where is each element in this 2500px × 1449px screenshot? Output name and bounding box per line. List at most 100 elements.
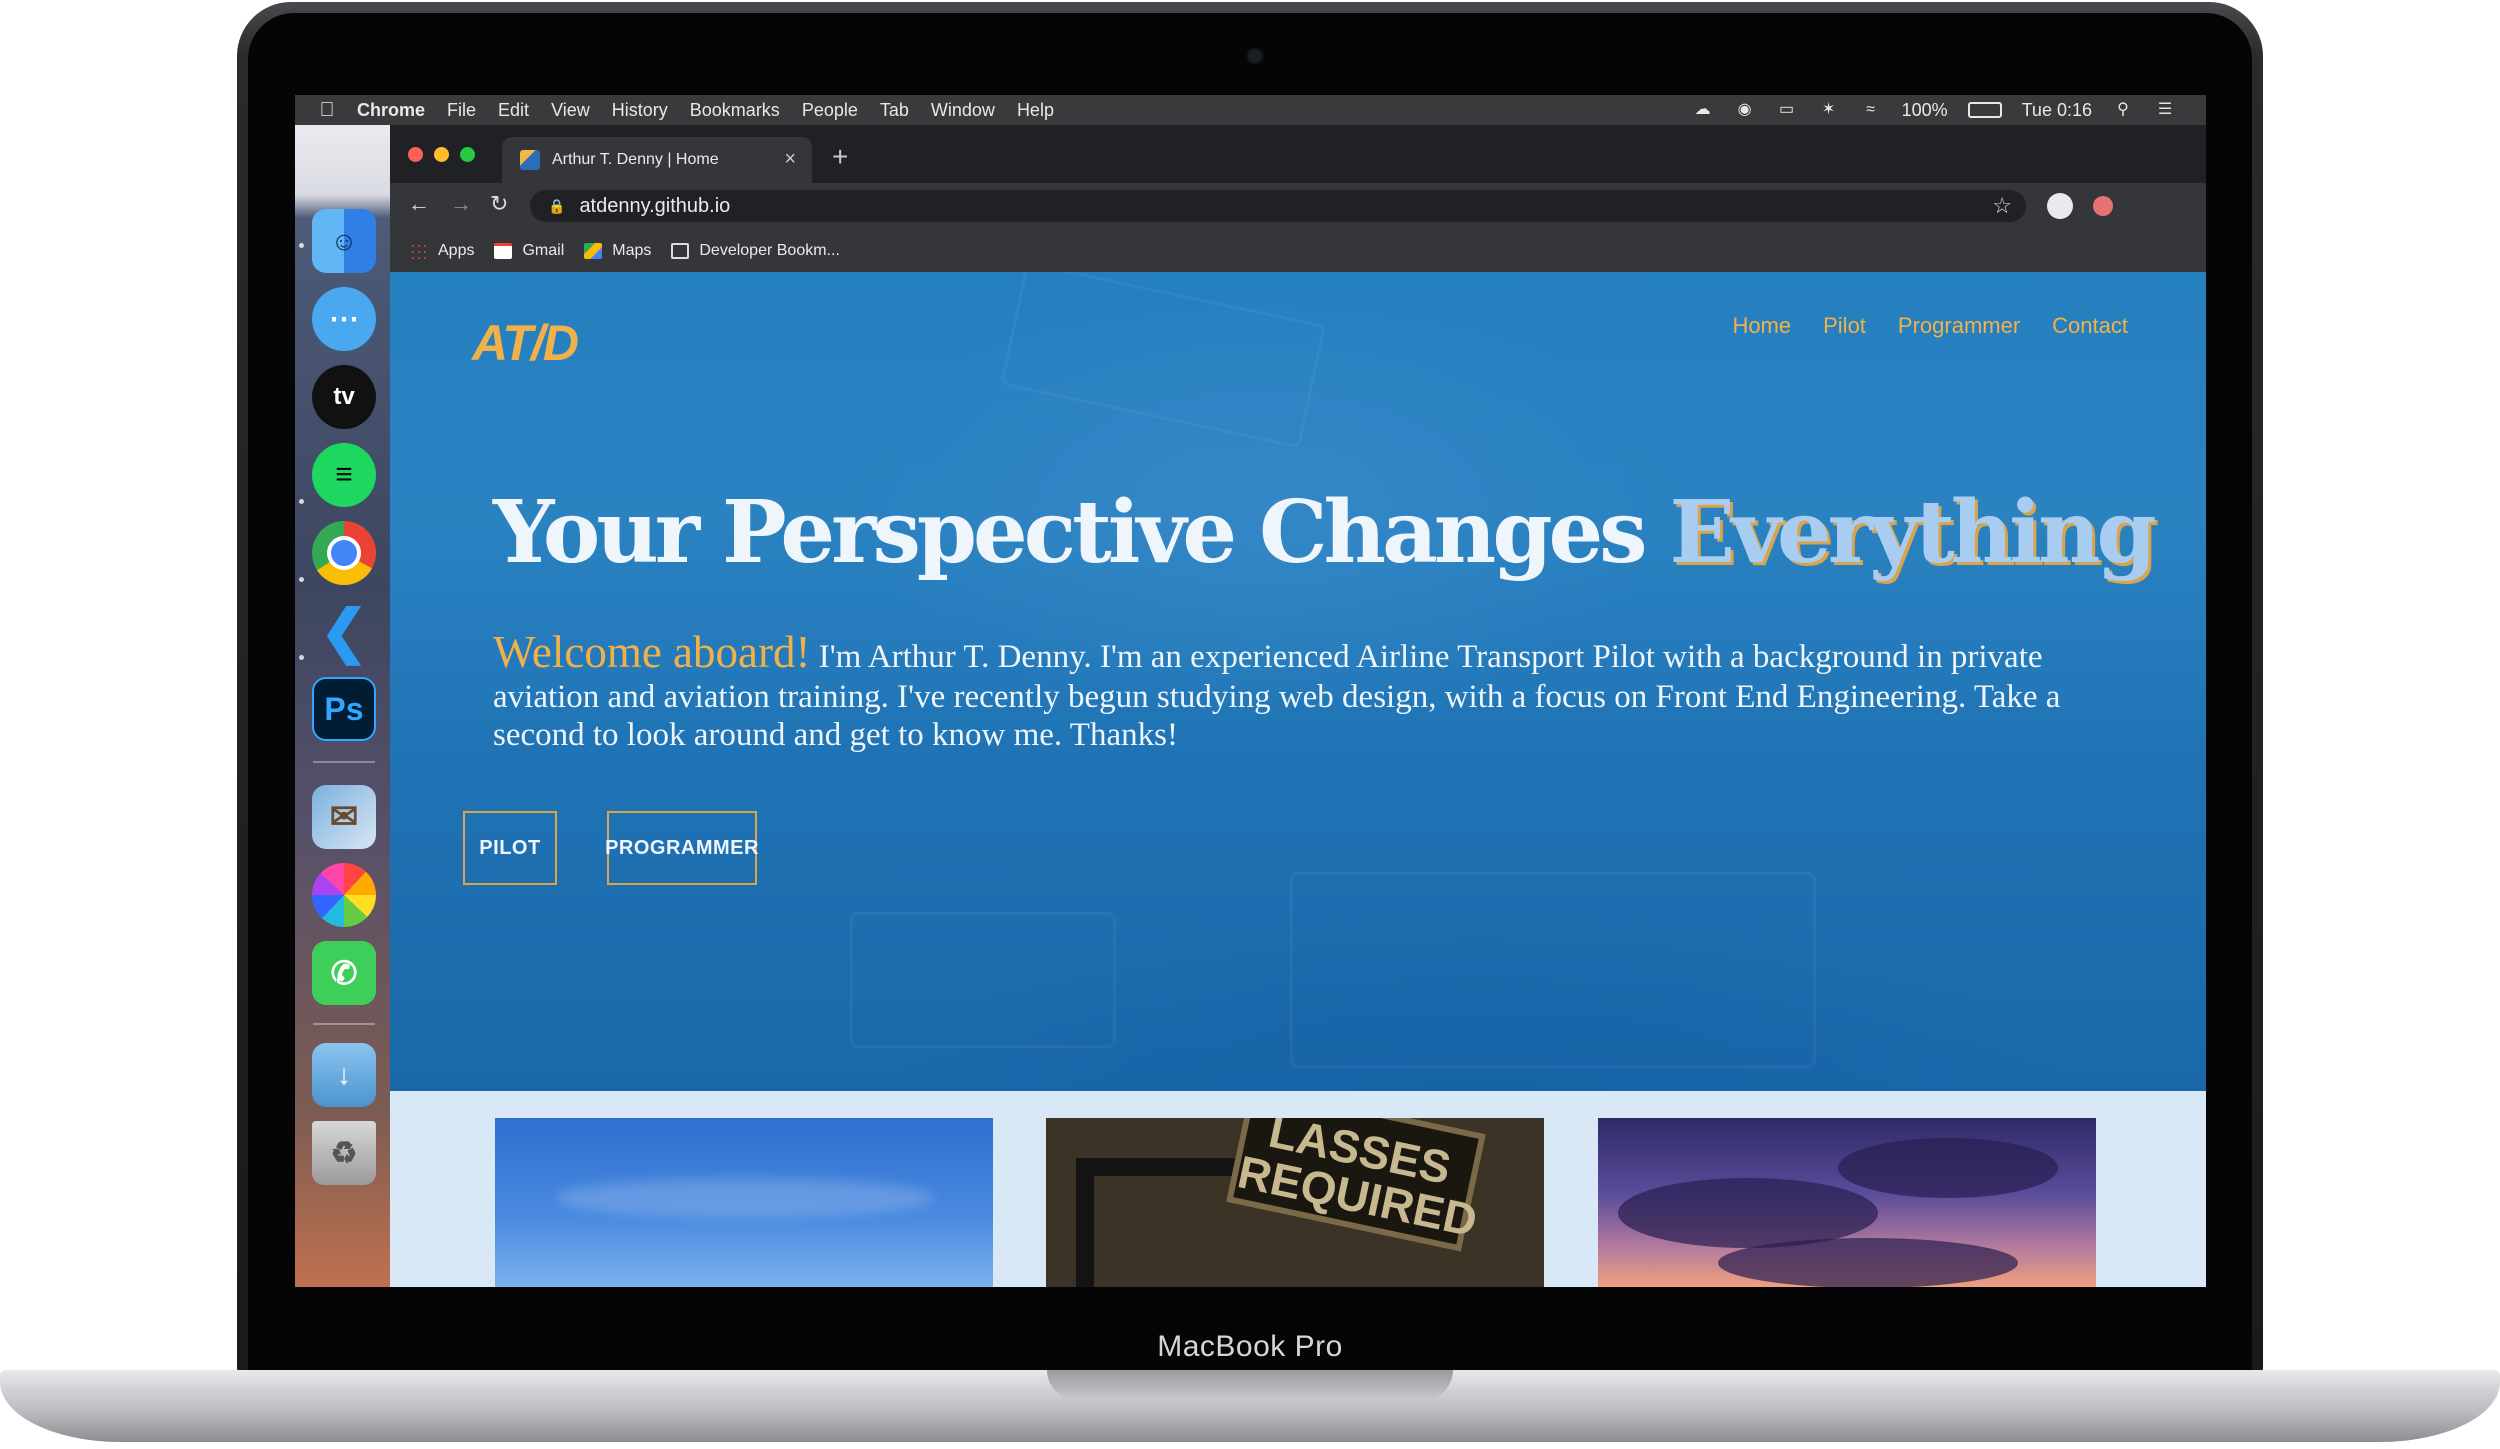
bookmark-maps[interactable]: Maps	[584, 242, 651, 260]
menu-history[interactable]: History	[612, 100, 668, 121]
bookmark-gmail[interactable]: Gmail	[494, 242, 564, 260]
bluetooth-icon[interactable]: ✶	[1818, 102, 1840, 118]
bookmark-label: Developer Bookm...	[699, 241, 840, 259]
airplay-icon[interactable]: ▭	[1776, 102, 1798, 118]
site-favicon	[520, 150, 540, 170]
device-label: MacBook Pro	[1157, 1330, 1343, 1363]
dock-separator	[313, 761, 375, 763]
menu-people[interactable]: People	[802, 100, 858, 121]
hero-background-detail	[1000, 272, 1326, 449]
dock-separator	[313, 1023, 375, 1025]
reload-icon[interactable]: ↻	[490, 191, 508, 217]
back-arrow-icon[interactable]: ←	[408, 191, 430, 217]
photos-icon[interactable]	[312, 863, 376, 927]
glasses-sign-photo-card[interactable]: LASSES REQUIRED	[1046, 1118, 1544, 1287]
battery-icon[interactable]	[1967, 102, 2002, 118]
nav-contact-link[interactable]: Contact	[2052, 313, 2128, 339]
sunset-clouds-photo-card[interactable]	[1598, 1118, 2096, 1287]
cloud-status-icon[interactable]: ☁	[1692, 102, 1714, 118]
welcome-text: Welcome aboard!	[493, 627, 811, 677]
bookmarks-bar: Apps Gmail Maps Developer Bookm...	[390, 229, 2206, 272]
nav-home-link[interactable]: Home	[1732, 313, 1791, 339]
chrome-icon[interactable]	[312, 521, 376, 585]
nav-pilot-link[interactable]: Pilot	[1823, 313, 1866, 339]
profile-avatar-icon[interactable]	[2047, 193, 2073, 219]
headline-main: Your Perspective Changes	[493, 482, 1670, 583]
bookmark-star-icon[interactable]: ☆	[1992, 193, 2012, 219]
hero-intro: Welcome aboard! I'm Arthur T. Denny. I'm…	[493, 626, 2123, 755]
browser-tab-active[interactable]: Arthur T. Denny | Home ×	[502, 137, 812, 183]
close-window-button[interactable]	[408, 147, 423, 162]
site-logo[interactable]: AT/D	[472, 314, 579, 372]
url-text: atdenny.github.io	[579, 194, 731, 217]
hero-background-detail	[850, 912, 1116, 1048]
card-row: LASSES REQUIRED	[390, 1091, 2206, 1287]
cloud-wisp	[555, 1178, 935, 1218]
bookmark-label: Maps	[612, 241, 652, 259]
screen:  Chrome File Edit View History Bookmark…	[295, 95, 2206, 1287]
lock-icon[interactable]: 🔒	[548, 198, 565, 215]
spotify-icon[interactable]: ≡	[312, 443, 376, 507]
address-bar[interactable]: 🔒 atdenny.github.io ☆	[530, 190, 2026, 222]
menu-file[interactable]: File	[447, 100, 476, 121]
menu-window[interactable]: Window	[931, 100, 995, 121]
notification-center-icon[interactable]: ☰	[2154, 102, 2176, 118]
running-indicator	[299, 655, 304, 660]
mail-stamp-icon[interactable]: ✉	[312, 785, 376, 849]
wifi-icon[interactable]: ≈	[1860, 102, 1882, 118]
programmer-button[interactable]: PROGRAMMER	[605, 811, 758, 885]
menu-app-name[interactable]: Chrome	[357, 100, 425, 121]
tv-label: tv	[333, 383, 355, 410]
tab-title: Arthur T. Denny | Home	[552, 151, 719, 168]
bookmark-apps[interactable]: Apps	[410, 242, 474, 260]
browser-toolbar: ← → ↻ 🔒 atdenny.github.io ☆	[390, 183, 2206, 229]
maps-icon	[584, 242, 603, 259]
new-tab-button[interactable]: +	[832, 141, 848, 173]
apple-tv-icon[interactable]: tv	[312, 365, 376, 429]
menu-tab[interactable]: Tab	[880, 100, 909, 121]
vscode-icon[interactable]: ❮	[312, 599, 376, 664]
pilot-button[interactable]: PILOT	[463, 811, 557, 885]
menu-bookmarks[interactable]: Bookmarks	[690, 100, 780, 121]
vpn-globe-icon[interactable]: ◉	[1734, 102, 1756, 118]
spotlight-search-icon[interactable]: ⚲	[2112, 102, 2134, 118]
downloads-folder-icon[interactable]: ↓	[312, 1043, 376, 1107]
web-page: AT/D Home Pilot Programmer Contact Your …	[390, 272, 2206, 1287]
menu-edit[interactable]: Edit	[498, 100, 529, 121]
running-indicator	[299, 577, 304, 582]
camera	[1246, 47, 1264, 65]
site-nav: Home Pilot Programmer Contact	[1732, 313, 2128, 339]
headline-accent: Everything	[1669, 482, 2157, 583]
menu-clock[interactable]: Tue 0:16	[2022, 100, 2092, 121]
gmail-icon	[494, 242, 513, 259]
tab-strip: Arthur T. Denny | Home × +	[390, 125, 2206, 183]
facetime-icon[interactable]: ✆	[312, 941, 376, 1005]
extension-icon[interactable]	[2093, 196, 2113, 216]
finder-icon[interactable]: ☺	[312, 209, 376, 273]
browser-window: Arthur T. Denny | Home × + ← → ↻ 🔒 atden…	[390, 125, 2206, 272]
menu-view[interactable]: View	[551, 100, 590, 121]
trash-icon[interactable]: ♻	[312, 1121, 376, 1185]
menu-help[interactable]: Help	[1017, 100, 1054, 121]
zoom-window-button[interactable]	[460, 147, 475, 162]
laptop-opening-notch	[1047, 1370, 1453, 1400]
bookmark-label: Apps	[438, 241, 475, 259]
nav-programmer-link[interactable]: Programmer	[1898, 313, 2020, 339]
hero-background-detail	[1290, 872, 1816, 1068]
close-tab-icon[interactable]: ×	[784, 148, 796, 171]
apps-grid-icon	[410, 242, 428, 259]
apple-menu-icon[interactable]: 	[307, 99, 347, 122]
ps-label: Ps	[324, 690, 364, 727]
sky-photo-card[interactable]	[495, 1118, 993, 1287]
battery-percent: 100%	[1901, 99, 1948, 120]
running-indicator	[299, 243, 304, 248]
cloud-shape	[1838, 1138, 2058, 1198]
bookmark-label: Gmail	[522, 241, 565, 259]
forward-arrow-icon[interactable]: →	[450, 191, 472, 217]
photoshop-icon[interactable]: Ps	[312, 677, 376, 741]
bookmark-developer-folder[interactable]: Developer Bookm...	[671, 242, 840, 260]
menu-bar:  Chrome File Edit View History Bookmark…	[295, 95, 2206, 125]
minimize-window-button[interactable]	[434, 147, 449, 162]
cloud-shape	[1718, 1238, 2018, 1287]
messages-icon[interactable]: ⋯	[312, 287, 376, 351]
